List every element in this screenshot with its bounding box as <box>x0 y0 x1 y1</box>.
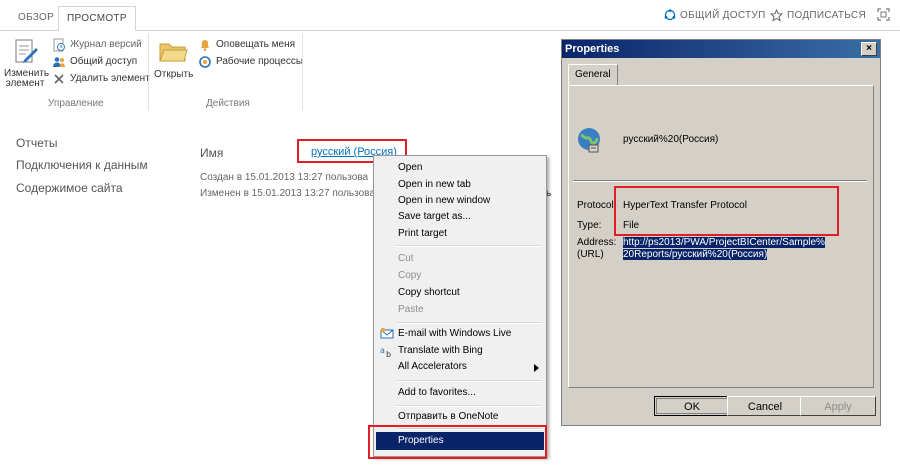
address-value[interactable]: http://ps2013/PWA/ProjectBICenter/Sample… <box>623 237 825 261</box>
nav-item-data-connections[interactable]: Подключения к данным <box>16 158 148 172</box>
shared-with-button[interactable]: Общий доступ <box>52 53 150 70</box>
tab-general[interactable]: General <box>568 64 618 85</box>
tab-overview[interactable]: ОБЗОР <box>10 6 62 30</box>
type-label: Type: <box>577 220 602 231</box>
share-label: ОБЩИЙ ДОСТУП <box>680 9 766 21</box>
svg-text:a: a <box>380 346 385 355</box>
windows-live-mail-icon <box>380 327 394 339</box>
internet-shortcut-icon <box>578 128 600 153</box>
version-history-label: Журнал версий <box>70 39 142 50</box>
menu-item-paste: Paste <box>398 304 424 315</box>
menu-item-open[interactable]: Open <box>398 160 422 176</box>
address-label: Address: <box>577 237 617 248</box>
menu-item-save-target[interactable]: Save target as... <box>398 209 471 225</box>
submenu-arrow-icon <box>534 364 539 372</box>
protocol-label: Protocol: <box>577 200 617 211</box>
nav-item-site-contents[interactable]: Содержимое сайта <box>16 181 123 195</box>
open-button[interactable]: Открыть <box>154 38 194 80</box>
delete-item-label: Удалить элемент <box>70 73 150 84</box>
actions-group-label: Действия <box>206 98 250 109</box>
close-icon[interactable]: × <box>861 42 877 56</box>
nav-item-reports[interactable]: Отчеты <box>16 136 57 150</box>
created-info: Создан в 15.01.2013 13:27 пользова <box>200 172 369 183</box>
name-label: Имя <box>200 146 224 160</box>
url-label: (URL) <box>577 249 604 260</box>
workflow-icon <box>199 55 211 68</box>
dialog-titlebar: Properties × <box>562 40 880 58</box>
workflows-button[interactable]: Рабочие процессы <box>198 53 303 70</box>
ok-button[interactable]: OK <box>654 396 730 416</box>
alert-me-button[interactable]: Оповещать меня <box>198 36 303 53</box>
follow-button[interactable]: ПОДПИСАТЬСЯ <box>770 9 866 22</box>
menu-item-send-onenote[interactable]: Отправить в OneNote <box>398 409 498 425</box>
menu-item-print-target[interactable]: Print target <box>398 226 447 242</box>
modified-info: Изменен в 15.01.2013 13:27 пользова <box>200 188 375 199</box>
group-separator <box>148 34 149 110</box>
apply-button: Apply <box>800 396 876 416</box>
menu-item-open-new-window[interactable]: Open in new window <box>398 193 490 209</box>
dialog-separator <box>573 180 867 182</box>
manage-group-label: Управление <box>48 98 104 109</box>
svg-text:b: b <box>386 350 391 358</box>
menu-item-email-windows-live[interactable]: E-mail with Windows Live <box>398 326 511 342</box>
menu-item-cut: Cut <box>398 253 414 264</box>
open-label: Открыть <box>154 69 194 80</box>
group-separator <box>302 34 303 110</box>
menu-item-open-new-tab[interactable]: Open in new tab <box>398 177 471 193</box>
menu-item-copy-shortcut[interactable]: Copy shortcut <box>398 285 460 301</box>
menu-separator <box>396 322 542 324</box>
version-history-button[interactable]: Журнал версий <box>52 36 150 53</box>
people-icon <box>53 56 65 67</box>
cancel-button[interactable]: Cancel <box>727 396 803 416</box>
delete-x-icon <box>54 73 64 84</box>
workflows-label: Рабочие процессы <box>216 56 304 67</box>
item-name: русский%20(Россия) <box>623 134 719 145</box>
menu-separator <box>396 245 542 247</box>
dialog-title: Properties <box>565 43 620 55</box>
edit-item-label-line2: элемент <box>5 78 45 89</box>
share-button[interactable]: ОБЩИЙ ДОСТУП <box>664 9 766 21</box>
edit-item-icon <box>15 39 38 63</box>
focus-icon <box>877 8 890 21</box>
shared-with-label: Общий доступ <box>70 56 138 67</box>
ribbon-tab-bar: ОБЗОР ПРОСМОТР ОБЩИЙ ДОСТУП ПОДПИСАТЬСЯ <box>0 0 900 32</box>
tab-view[interactable]: ПРОСМОТР <box>58 6 136 32</box>
delete-item-button[interactable]: Удалить элемент <box>52 70 150 87</box>
bell-icon <box>201 39 209 51</box>
dialog-panel: русский%20(Россия) Protocol: HyperText T… <box>568 85 874 388</box>
share-icon <box>664 9 676 21</box>
translate-icon: a b <box>380 346 391 358</box>
follow-label: ПОДПИСАТЬСЯ <box>787 10 866 21</box>
menu-item-translate-bing[interactable]: Translate with Bing <box>398 343 483 359</box>
version-history-icon <box>53 38 65 51</box>
star-icon <box>770 9 783 22</box>
menu-item-add-favorites[interactable]: Add to favorites... <box>398 385 476 401</box>
address-line-1: http://ps2013/PWA/ProjectBICenter/Sample… <box>623 237 825 248</box>
address-highlight-box <box>614 186 839 236</box>
context-menu: Open Open in new tab Open in new window … <box>373 155 547 457</box>
menu-item-all-accelerators[interactable]: All Accelerators <box>398 359 467 375</box>
menu-item-copy: Copy <box>398 270 422 281</box>
menu-separator <box>396 405 542 407</box>
focus-on-content-button[interactable] <box>877 8 890 21</box>
menu-separator <box>396 380 542 382</box>
alert-me-label: Оповещать меня <box>216 39 296 50</box>
edit-item-button[interactable]: Изменить элемент <box>4 38 49 89</box>
properties-highlight-box <box>368 425 547 459</box>
address-line-2: 20Reports/русский%20(Россия) <box>623 249 768 260</box>
folder-icon <box>159 43 188 62</box>
